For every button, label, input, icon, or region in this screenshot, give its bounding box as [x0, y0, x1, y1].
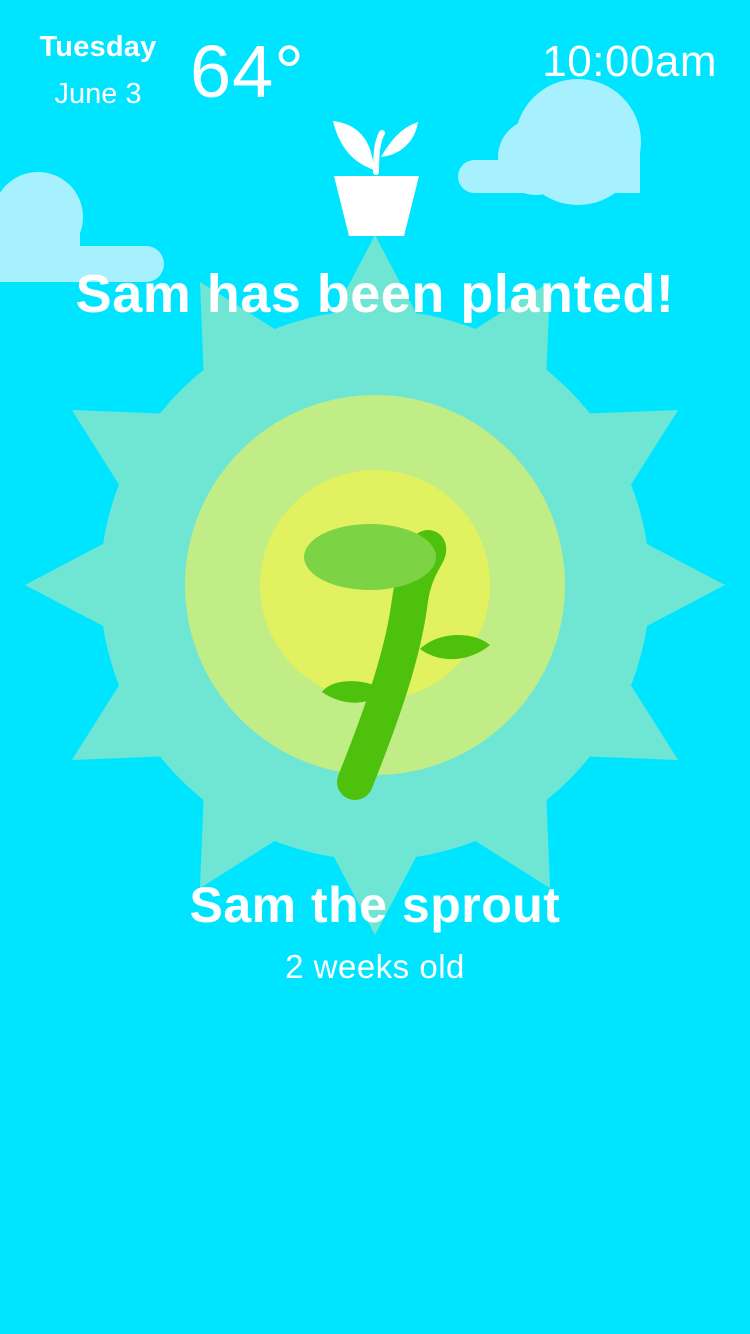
date-day: Tuesday	[39, 31, 157, 63]
temperature: 64°	[190, 30, 305, 113]
planted-headline: Sam has been planted!	[75, 264, 675, 324]
plant-name: Sam the sprout	[189, 877, 561, 933]
plant-screen: Tuesday June 3 64° 10:00am Sam has been …	[0, 0, 750, 1334]
clock-time: 10:00am	[542, 37, 717, 86]
cloud-right-icon	[458, 79, 641, 205]
potted-plant-icon	[333, 121, 419, 236]
scene-illustration	[0, 79, 725, 935]
date-date: June 3	[54, 78, 142, 110]
plant-age: 2 weeks old	[285, 948, 465, 985]
